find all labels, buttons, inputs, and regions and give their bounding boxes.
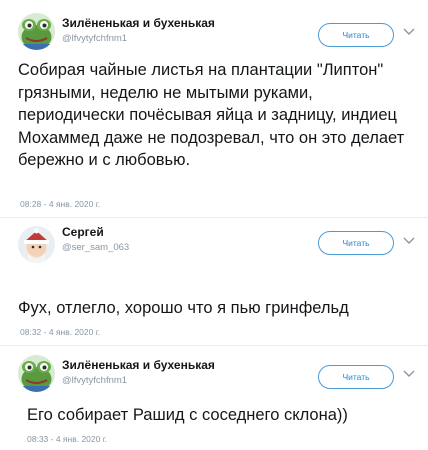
display-name[interactable]: Сергей <box>62 225 104 239</box>
hat-avatar-icon[interactable] <box>18 226 55 263</box>
tweet-text: Его собирает Рашид с соседнего склона)) <box>27 406 348 424</box>
tweet-header: Сергей @ser_sam_063 Читать <box>0 225 428 266</box>
divider <box>0 345 428 346</box>
tweet-2: Сергей @ser_sam_063 Читать Фух, отлегло,… <box>0 225 428 382</box>
follow-button[interactable]: Читать <box>318 23 394 47</box>
user-handle[interactable]: @ser_sam_063 <box>62 242 129 253</box>
divider <box>0 217 428 218</box>
tweet-timestamp[interactable]: 08:33 - 4 янв. 2020 г. <box>27 434 107 444</box>
chevron-down-icon[interactable] <box>403 369 415 379</box>
tweet-timestamp[interactable]: 08:28 - 4 янв. 2020 г. <box>20 199 100 209</box>
tweet-header: Зилёненькая и бухенькая @lfvytyfchfnm1 Ч… <box>0 355 428 395</box>
chevron-down-icon[interactable] <box>403 236 415 246</box>
user-handle[interactable]: @lfvytyfchfnm1 <box>62 375 127 386</box>
chevron-down-icon[interactable] <box>403 27 415 37</box>
tweet-text: Собирая чайные листья на плантации "Липт… <box>18 61 405 169</box>
display-name[interactable]: Зилёненькая и бухенькая <box>62 16 215 30</box>
tweet-timestamp[interactable]: 08:32 - 4 янв. 2020 г. <box>20 327 100 337</box>
follow-button[interactable]: Читать <box>318 365 394 389</box>
tweet-text-content: Фух, отлегло, хорошо что я пью гринфельд <box>18 298 349 317</box>
user-handle[interactable]: @lfvytyfchfnm1 <box>62 33 127 44</box>
tweet-1: Зилёненькая и бухенькая @lfvytyfchfnm1 Ч… <box>0 13 428 209</box>
tweet-header: Зилёненькая и бухенькая @lfvytyfchfnm1 Ч… <box>0 13 428 53</box>
frog-avatar-icon[interactable] <box>18 13 55 50</box>
frog-avatar-icon[interactable] <box>18 355 55 392</box>
follow-button[interactable]: Читать <box>318 231 394 255</box>
tweet-3: Зилёненькая и бухенькая @lfvytyfchfnm1 Ч… <box>0 355 428 444</box>
display-name[interactable]: Зилёненькая и бухенькая <box>62 358 215 372</box>
